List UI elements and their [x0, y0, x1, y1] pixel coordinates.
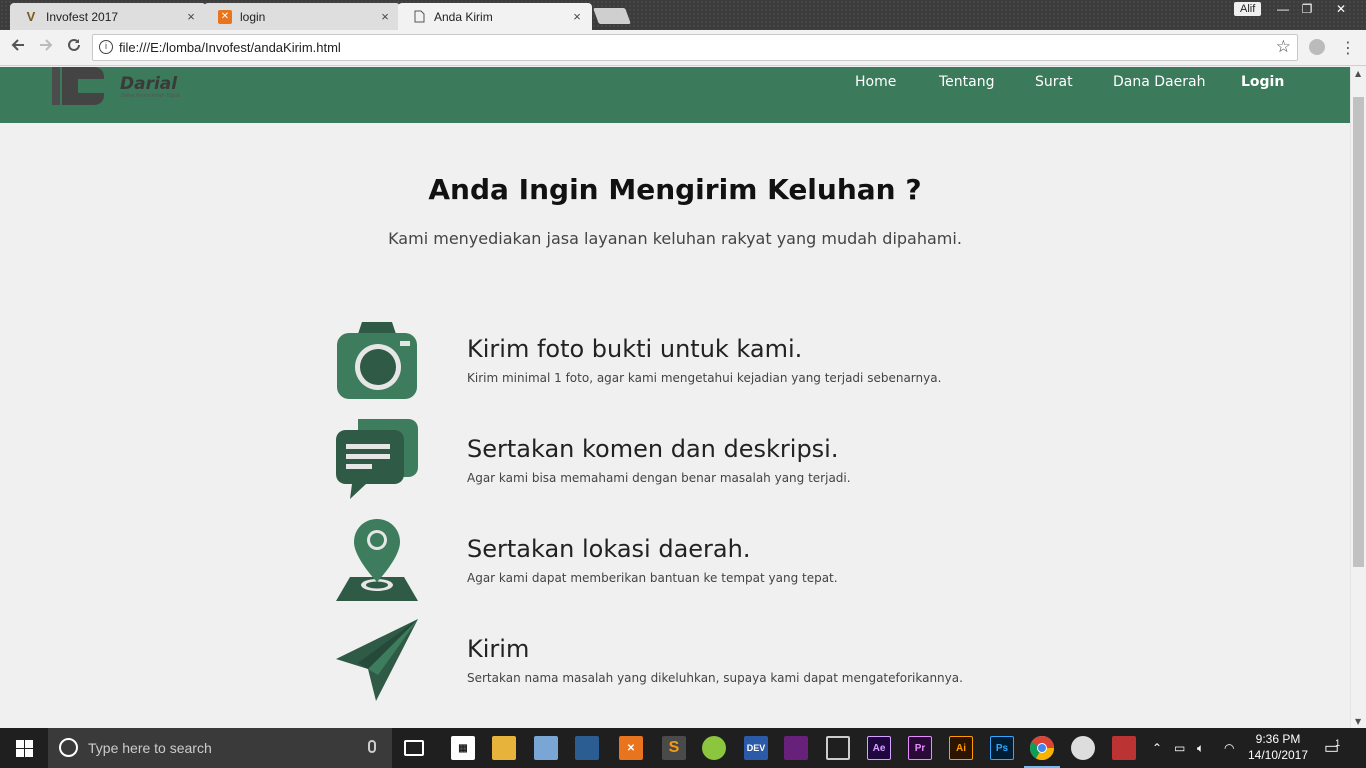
task-view-icon[interactable]: [404, 740, 424, 756]
after-effects-icon[interactable]: Ae: [867, 736, 891, 760]
web-page: Darial Dana Pemerintah Tepat Home Tentan…: [0, 67, 1350, 728]
camera-icon: [336, 319, 418, 401]
chrome-icon[interactable]: [1024, 736, 1060, 768]
paper-plane-icon: [336, 619, 418, 701]
tab-login[interactable]: ✕ login ×: [204, 3, 400, 30]
nav-home[interactable]: Home: [855, 74, 896, 90]
scroll-down-arrow-icon[interactable]: ▼: [1355, 717, 1361, 726]
feature-location: Sertakan lokasi daerah. Agar kami dapat …: [336, 519, 1036, 601]
search-placeholder: Type here to search: [88, 740, 212, 756]
page-subtitle: Kami menyediakan jasa layanan keluhan ra…: [388, 229, 962, 248]
tab-anda-kirim[interactable]: Anda Kirim ×: [398, 3, 592, 30]
windows-start-icon[interactable]: [0, 728, 48, 768]
feature-title: Sertakan lokasi daerah.: [467, 535, 751, 563]
feature-desc: Agar kami dapat memberikan bantuan ke te…: [467, 571, 838, 585]
notifications-icon[interactable]: ▭ 1: [1324, 728, 1344, 768]
page-scrollbar[interactable]: ▲ ▼: [1350, 67, 1366, 728]
taskbar: Type here to search ▦ ✕ S DEV Ae Pr Ai P…: [0, 728, 1366, 768]
photoshop-icon[interactable]: Ps: [990, 736, 1014, 760]
taskbar-clock[interactable]: 9:36 PM 14/10/2017: [1243, 731, 1313, 763]
nav-surat[interactable]: Surat: [1035, 74, 1073, 90]
location-pin-icon: [336, 519, 418, 601]
tab-title: Anda Kirim: [434, 9, 493, 24]
feature-comment: Sertakan komen dan deskripsi. Agar kami …: [336, 419, 1036, 501]
url-text: file:///E:/lomba/Invofest/andaKirim.html: [119, 40, 341, 55]
cortana-icon: [59, 738, 78, 757]
wifi-icon[interactable]: ◠: [1224, 728, 1234, 768]
cube-app-icon[interactable]: [575, 736, 599, 760]
notification-count: 1: [1335, 738, 1341, 748]
reload-icon[interactable]: [62, 36, 86, 60]
invofest-v-icon: V: [26, 9, 36, 24]
devcpp-icon[interactable]: DEV: [744, 736, 768, 760]
illustrator-icon[interactable]: Ai: [949, 736, 973, 760]
forward-arrow-icon[interactable]: [34, 36, 58, 60]
tab-close-icon[interactable]: ×: [570, 9, 584, 24]
xampp-taskbar-icon[interactable]: ✕: [619, 736, 643, 760]
profile-button[interactable]: Alif: [1234, 2, 1262, 16]
chat-icon: [336, 419, 418, 501]
page-icon: [412, 10, 426, 24]
visual-studio-icon[interactable]: [784, 736, 808, 760]
tray-chevron-icon[interactable]: ⌃: [1152, 728, 1162, 768]
battery-icon[interactable]: ▭: [1174, 728, 1185, 768]
nav-tentang[interactable]: Tentang: [939, 74, 995, 90]
info-icon[interactable]: i: [99, 40, 113, 54]
scroll-up-arrow-icon[interactable]: ▲: [1355, 69, 1361, 78]
site-logo[interactable]: Darial Dana Pemerintah Tepat: [50, 67, 210, 105]
tab-title: login: [240, 9, 266, 24]
feature-send: Kirim Sertakan nama masalah yang dikeluh…: [336, 619, 1036, 701]
window-close-icon[interactable]: ✕: [1326, 0, 1356, 18]
taskbar-search[interactable]: Type here to search: [48, 728, 392, 768]
nav-login[interactable]: Login: [1241, 74, 1284, 90]
page-title: Anda Ingin Mengirim Keluhan ?: [428, 173, 922, 206]
address-bar[interactable]: i file:///E:/lomba/Invofest/andaKirim.ht…: [92, 34, 1298, 61]
clock-date: 14/10/2017: [1247, 748, 1309, 762]
feature-desc: Kirim minimal 1 foto, agar kami mengetah…: [467, 371, 942, 385]
feature-desc: Agar kami bisa memahami dengan benar mas…: [467, 471, 851, 485]
premiere-pro-icon[interactable]: Pr: [908, 736, 932, 760]
feature-photo: Kirim foto bukti untuk kami. Kirim minim…: [336, 319, 1036, 401]
nav-dana-daerah[interactable]: Dana Daerah: [1113, 74, 1205, 90]
feature-title: Sertakan komen dan deskripsi.: [467, 435, 839, 463]
drop-app-icon[interactable]: [1071, 736, 1095, 760]
tab-close-icon[interactable]: ×: [184, 9, 198, 24]
file-explorer-icon[interactable]: [492, 736, 516, 760]
browser-menu-icon[interactable]: ⋮: [1340, 38, 1356, 57]
new-tab-button[interactable]: [593, 8, 631, 24]
clock-time: 9:36 PM: [1255, 732, 1301, 746]
extension-icon[interactable]: [1309, 39, 1325, 55]
logo-tagline: Dana Pemerintah Tepat: [121, 93, 181, 99]
sublime-text-icon[interactable]: S: [662, 736, 686, 760]
scroll-thumb[interactable]: [1353, 97, 1364, 567]
feature-desc: Sertakan nama masalah yang dikeluhkan, s…: [467, 671, 963, 685]
tab-title: Invofest 2017: [46, 9, 119, 24]
virtualbox-icon[interactable]: [534, 736, 558, 760]
media-player-icon[interactable]: [826, 736, 850, 760]
feature-title: Kirim foto bukti untuk kami.: [467, 335, 803, 363]
minimize-icon[interactable]: —: [1270, 0, 1296, 18]
volume-icon[interactable]: 🔈︎: [1197, 728, 1204, 768]
bookmark-star-icon[interactable]: ☆: [1276, 37, 1291, 57]
browser-toolbar: i file:///E:/lomba/Invofest/andaKirim.ht…: [0, 30, 1366, 66]
xampp-icon: ✕: [218, 9, 232, 24]
microphone-icon[interactable]: [368, 740, 376, 753]
back-arrow-icon[interactable]: [6, 36, 30, 60]
tab-close-icon[interactable]: ×: [378, 9, 392, 24]
tab-invofest[interactable]: V Invofest 2017 ×: [10, 3, 206, 30]
restore-icon[interactable]: ❐: [1294, 0, 1320, 18]
winrar-icon[interactable]: [1112, 736, 1136, 760]
feature-title: Kirim: [467, 635, 530, 663]
browser-tab-strip: V Invofest 2017 × ✕ login × Anda Kirim ×…: [0, 0, 1366, 30]
logo-wordmark: Darial: [120, 74, 178, 94]
site-navbar: Darial Dana Pemerintah Tepat Home Tentan…: [0, 67, 1350, 123]
store-icon[interactable]: ▦: [451, 736, 475, 760]
notepad-plus-icon[interactable]: [702, 736, 726, 760]
